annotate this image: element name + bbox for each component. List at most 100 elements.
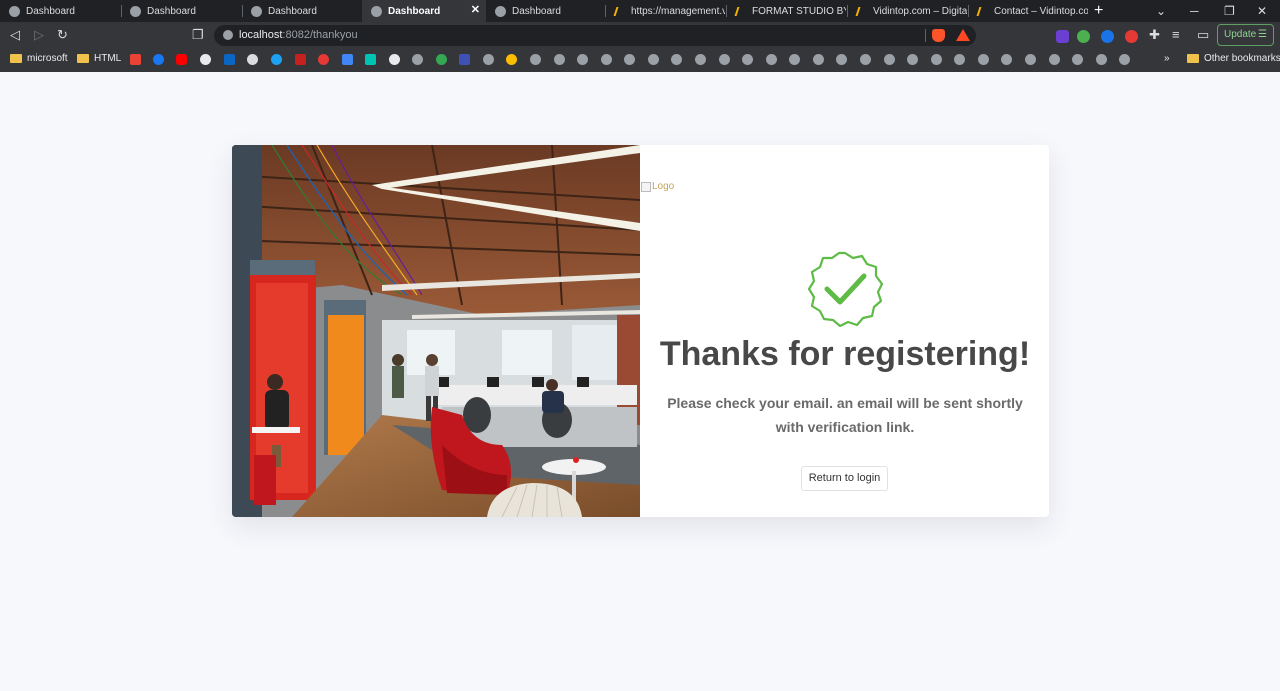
forward-icon[interactable]: ▷	[34, 27, 44, 43]
globe-icon[interactable]	[695, 54, 706, 65]
extension-icon[interactable]	[1101, 30, 1114, 43]
back-icon[interactable]: ◁	[10, 27, 20, 43]
address-bar[interactable]: localhost:8082/thankyou	[214, 25, 976, 46]
office-illustration	[232, 145, 640, 517]
menu-icon: ☰	[1258, 29, 1267, 40]
bookmark-icon[interactable]	[365, 54, 376, 65]
globe-icon[interactable]	[1119, 54, 1130, 65]
tab-search-icon[interactable]: ⌄	[1156, 3, 1166, 19]
globe-icon[interactable]	[1049, 54, 1060, 65]
tab-title: FORMAT STUDIO BY VID	[752, 5, 846, 17]
tab-title: Dashboard	[26, 5, 75, 17]
update-button[interactable]: Update ☰	[1217, 24, 1274, 46]
folder-icon	[10, 54, 22, 63]
new-tab-button[interactable]: +	[1094, 2, 1103, 20]
globe-icon[interactable]	[1025, 54, 1036, 65]
linkedin-icon[interactable]	[224, 54, 235, 65]
globe-icon	[9, 5, 20, 17]
tab-vidintop-digital[interactable]: Vidintop.com – Digital a	[847, 0, 967, 22]
return-to-login-button[interactable]: Return to login	[801, 466, 888, 491]
more-bookmarks-button[interactable]: »	[1164, 53, 1170, 64]
globe-icon[interactable]	[766, 54, 777, 65]
brave-rewards-icon[interactable]	[956, 29, 970, 41]
url-text[interactable]: localhost:8082/thankyou	[239, 29, 358, 41]
globe-icon[interactable]	[860, 54, 871, 65]
globe-icon[interactable]	[954, 54, 965, 65]
globe-icon	[130, 5, 141, 17]
globe-icon[interactable]	[1001, 54, 1012, 65]
tab-management[interactable]: https://management.vic	[605, 0, 725, 22]
tab-dashboard-1[interactable]: Dashboard	[0, 0, 120, 22]
quora-icon[interactable]	[318, 54, 329, 65]
globe-icon[interactable]	[742, 54, 753, 65]
tab-dashboard-active[interactable]: Dashboard ✕	[362, 0, 486, 22]
tab-dashboard-3[interactable]: Dashboard	[242, 0, 362, 22]
vidintop-icon	[735, 6, 746, 17]
tab-contact[interactable]: Contact – Vidintop.com	[968, 0, 1088, 22]
globe-icon[interactable]	[789, 54, 800, 65]
globe-icon[interactable]	[719, 54, 730, 65]
globe-icon[interactable]	[836, 54, 847, 65]
globe-icon[interactable]	[1072, 54, 1083, 65]
globe-icon[interactable]	[624, 54, 635, 65]
tab-format-studio[interactable]: FORMAT STUDIO BY VID	[726, 0, 846, 22]
globe-icon[interactable]	[483, 54, 494, 65]
brave-shields-icon[interactable]	[932, 29, 945, 42]
vidintop-icon	[856, 6, 867, 17]
globe-icon[interactable]	[577, 54, 588, 65]
puzzle-icon[interactable]: ✚	[1149, 27, 1160, 43]
reload-icon[interactable]: ↻	[57, 27, 68, 43]
github-icon[interactable]	[200, 54, 211, 65]
globe-icon[interactable]	[412, 54, 423, 65]
twitter-icon[interactable]	[271, 54, 282, 65]
gmail-icon[interactable]	[130, 54, 141, 65]
tab-title: Vidintop.com – Digital a	[873, 5, 967, 17]
globe-icon[interactable]	[530, 54, 541, 65]
globe-icon[interactable]	[907, 54, 918, 65]
globe-icon[interactable]	[931, 54, 942, 65]
bookmark-icon[interactable]: ❐	[192, 27, 204, 43]
youtube-icon[interactable]	[176, 54, 187, 65]
globe-icon[interactable]	[648, 54, 659, 65]
close-window-button[interactable]: ✕	[1257, 3, 1267, 19]
facebook-icon[interactable]	[153, 54, 164, 65]
confirmation-message: Please check your email. an email will b…	[667, 395, 1023, 435]
bookmark-icon[interactable]	[389, 54, 400, 65]
vidintop-icon	[614, 6, 625, 17]
tab-dashboard-2[interactable]: Dashboard	[121, 0, 241, 22]
globe-icon[interactable]	[1096, 54, 1107, 65]
globe-icon[interactable]	[813, 54, 824, 65]
office-photo	[232, 145, 640, 517]
extension-icon[interactable]	[1056, 30, 1069, 43]
bookmark-icon[interactable]	[436, 54, 447, 65]
extension-icon[interactable]	[1077, 30, 1090, 43]
globe-icon[interactable]	[978, 54, 989, 65]
bookmark-folder-microsoft[interactable]: microsoft	[10, 53, 68, 64]
gmail-icon[interactable]	[295, 54, 306, 65]
folder-icon	[1187, 54, 1199, 63]
bookmarks-bar: microsoft HTML » Other bookmarks	[0, 49, 1280, 72]
page-title: Thanks for registering!	[659, 335, 1031, 373]
globe-icon[interactable]	[601, 54, 612, 65]
wallet-icon[interactable]: ▭	[1197, 27, 1209, 43]
bookmark-folder-other[interactable]: Other bookmarks	[1187, 53, 1280, 64]
globe-icon[interactable]	[671, 54, 682, 65]
tab-dashboard-5[interactable]: Dashboard	[486, 0, 604, 22]
translate-icon[interactable]	[342, 54, 353, 65]
extension-icon[interactable]	[1125, 30, 1138, 43]
bookmark-icon[interactable]	[247, 54, 258, 65]
logo-alt-text: Logo	[652, 181, 675, 192]
minimize-button[interactable]: ─	[1190, 3, 1199, 19]
bookmark-icon[interactable]	[459, 54, 470, 65]
tab-title: Dashboard	[512, 5, 561, 17]
drive-icon[interactable]	[506, 54, 517, 65]
globe-icon[interactable]	[884, 54, 895, 65]
bookmark-folder-html[interactable]: HTML	[77, 53, 121, 64]
restore-button[interactable]: ❐	[1224, 3, 1235, 19]
reading-list-icon[interactable]: ≡	[1172, 27, 1180, 43]
globe-icon[interactable]	[554, 54, 565, 65]
folder-icon	[77, 54, 89, 63]
tab-close-icon[interactable]: ✕	[471, 5, 480, 16]
broken-image-icon	[641, 181, 651, 192]
site-info-icon[interactable]	[223, 30, 233, 40]
